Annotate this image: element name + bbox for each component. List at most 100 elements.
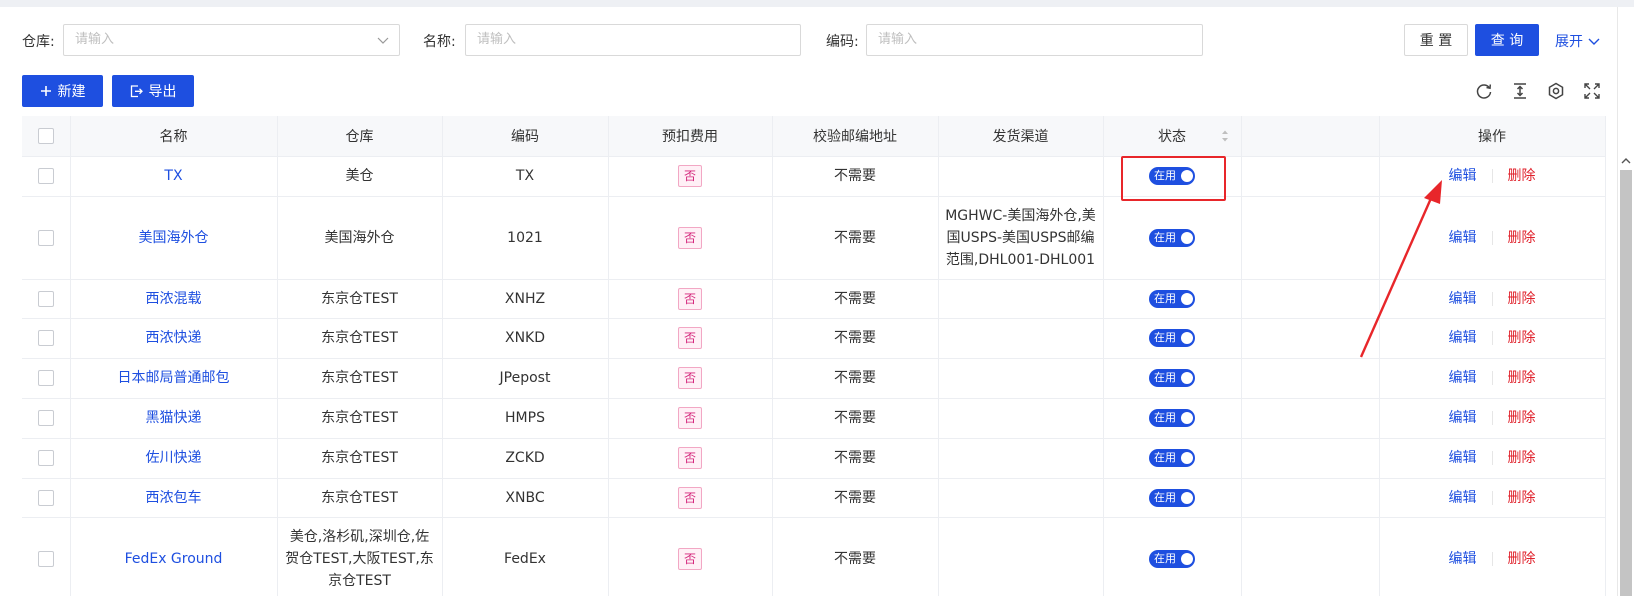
- cell-code: XNHZ: [442, 279, 609, 319]
- toggle-knob: [1181, 412, 1193, 424]
- fullscreen-icon[interactable]: [1583, 82, 1601, 100]
- select-all-checkbox[interactable]: [37, 127, 54, 144]
- edit-link[interactable]: 编辑: [1449, 288, 1477, 310]
- row-checkbox-cell[interactable]: [22, 358, 71, 399]
- header-zip-check: 校验邮编地址: [772, 116, 939, 157]
- row-checkbox-cell[interactable]: [22, 156, 71, 197]
- new-button[interactable]: 新建: [22, 75, 103, 107]
- expand-toggle[interactable]: 展开: [1555, 31, 1600, 51]
- row-checkbox-cell[interactable]: [22, 279, 71, 319]
- edit-link[interactable]: 编辑: [1449, 447, 1477, 469]
- cell-prepaid: 否: [608, 438, 773, 479]
- cell-channel: [938, 156, 1104, 197]
- column-height-icon[interactable]: [1511, 82, 1529, 100]
- prepaid-tag: 否: [677, 447, 702, 469]
- edit-link[interactable]: 编辑: [1449, 487, 1477, 509]
- status-toggle[interactable]: 在用: [1149, 449, 1195, 467]
- delete-link[interactable]: 删除: [1508, 447, 1536, 469]
- header-prepaid: 预扣费用: [608, 116, 773, 157]
- export-button[interactable]: 导出: [112, 75, 194, 107]
- prepaid-tag: 否: [677, 407, 702, 429]
- delete-link[interactable]: 删除: [1508, 327, 1536, 349]
- row-checkbox-cell[interactable]: [22, 438, 71, 479]
- prepaid-tag: 否: [677, 367, 702, 389]
- cell-name[interactable]: TX: [70, 156, 278, 197]
- delete-link[interactable]: 删除: [1508, 165, 1536, 187]
- refresh-icon[interactable]: [1475, 82, 1493, 100]
- cell-blank: [1241, 358, 1380, 399]
- row-checkbox[interactable]: [37, 330, 54, 346]
- row-checkbox-cell[interactable]: [22, 517, 71, 596]
- cell-ops: 编辑 删除: [1379, 279, 1606, 319]
- scroll-up-icon[interactable]: [1621, 156, 1631, 166]
- action-divider: [1491, 411, 1493, 425]
- row-checkbox-cell[interactable]: [22, 318, 71, 359]
- top-strip: [0, 0, 1634, 7]
- edit-link[interactable]: 编辑: [1449, 227, 1477, 249]
- row-checkbox[interactable]: [37, 450, 54, 466]
- query-button-label: 查 询: [1490, 33, 1524, 49]
- cell-prepaid: 否: [608, 279, 773, 319]
- row-checkbox-cell[interactable]: [22, 398, 71, 439]
- cell-status: 在用: [1103, 478, 1242, 518]
- row-checkbox[interactable]: [37, 168, 54, 184]
- status-toggle[interactable]: 在用: [1149, 549, 1195, 568]
- status-toggle[interactable]: 在用: [1149, 289, 1195, 308]
- delete-link[interactable]: 删除: [1508, 288, 1536, 310]
- edit-link[interactable]: 编辑: [1449, 327, 1477, 349]
- cell-zip-check: 不需要: [772, 398, 939, 439]
- cell-name[interactable]: 黑猫快递: [70, 398, 278, 439]
- status-toggle[interactable]: 在用: [1149, 488, 1195, 507]
- scrollbar-thumb[interactable]: [1620, 170, 1632, 596]
- name-input-placeholder: 请输入: [477, 32, 517, 47]
- toggle-knob: [1181, 332, 1193, 344]
- row-checkbox[interactable]: [37, 229, 54, 246]
- code-input[interactable]: 请输入: [866, 24, 1203, 56]
- row-checkbox[interactable]: [37, 550, 54, 567]
- edit-link[interactable]: 编辑: [1449, 407, 1477, 429]
- row-checkbox-cell[interactable]: [22, 196, 71, 280]
- delete-link[interactable]: 删除: [1508, 548, 1536, 570]
- status-toggle[interactable]: 在用: [1149, 409, 1195, 427]
- delete-link[interactable]: 删除: [1508, 367, 1536, 389]
- row-checkbox-cell[interactable]: [22, 478, 71, 518]
- cell-channel: MGHWC-美国海外仓,美国USPS-美国USPS邮编范围,DHL001-DHL…: [938, 196, 1104, 280]
- settings-icon[interactable]: [1547, 82, 1565, 100]
- warehouse-filter-label: 仓库:: [22, 34, 55, 50]
- cell-warehouse: 东京仓TEST: [277, 279, 443, 319]
- row-checkbox[interactable]: [37, 290, 54, 307]
- cell-name[interactable]: FedEx Ground: [70, 517, 278, 596]
- status-toggle-label: 在用: [1154, 331, 1176, 344]
- cell-name[interactable]: 佐川快递: [70, 438, 278, 479]
- cell-name[interactable]: 美国海外仓: [70, 196, 278, 280]
- row-checkbox[interactable]: [37, 489, 54, 506]
- cell-name[interactable]: 西浓快递: [70, 318, 278, 359]
- cell-channel: [938, 279, 1104, 319]
- action-divider: [1491, 490, 1493, 505]
- status-toggle[interactable]: 在用: [1149, 369, 1195, 387]
- cell-name[interactable]: 西浓包车: [70, 478, 278, 518]
- query-button[interactable]: 查 询: [1475, 24, 1539, 56]
- delete-link[interactable]: 删除: [1508, 407, 1536, 429]
- edit-link[interactable]: 编辑: [1449, 367, 1477, 389]
- header-status[interactable]: 状态: [1103, 116, 1242, 157]
- cell-name[interactable]: 日本邮局普通邮包: [70, 358, 278, 399]
- row-checkbox[interactable]: [37, 410, 54, 426]
- edit-link[interactable]: 编辑: [1449, 165, 1477, 187]
- header-status-label: 状态: [1158, 128, 1186, 145]
- cell-name[interactable]: 西浓混载: [70, 279, 278, 319]
- status-toggle[interactable]: 在用: [1149, 228, 1195, 247]
- status-toggle[interactable]: 在用: [1149, 329, 1195, 347]
- export-button-label: 导出: [148, 84, 177, 100]
- table-row: 黑猫快递 东京仓TEST HMPS 否 不需要 在用 编辑 删除: [22, 398, 1606, 439]
- row-checkbox[interactable]: [37, 370, 54, 386]
- header-select-all[interactable]: [22, 116, 71, 157]
- delete-link[interactable]: 删除: [1508, 487, 1536, 509]
- warehouse-select[interactable]: 请输入: [63, 24, 400, 56]
- name-input[interactable]: 请输入: [465, 24, 801, 56]
- sort-icon[interactable]: [1221, 129, 1229, 143]
- edit-link[interactable]: 编辑: [1449, 548, 1477, 570]
- delete-link[interactable]: 删除: [1508, 227, 1536, 249]
- reset-button[interactable]: 重 置: [1404, 24, 1468, 56]
- row-actions: 编辑 删除: [1449, 227, 1536, 249]
